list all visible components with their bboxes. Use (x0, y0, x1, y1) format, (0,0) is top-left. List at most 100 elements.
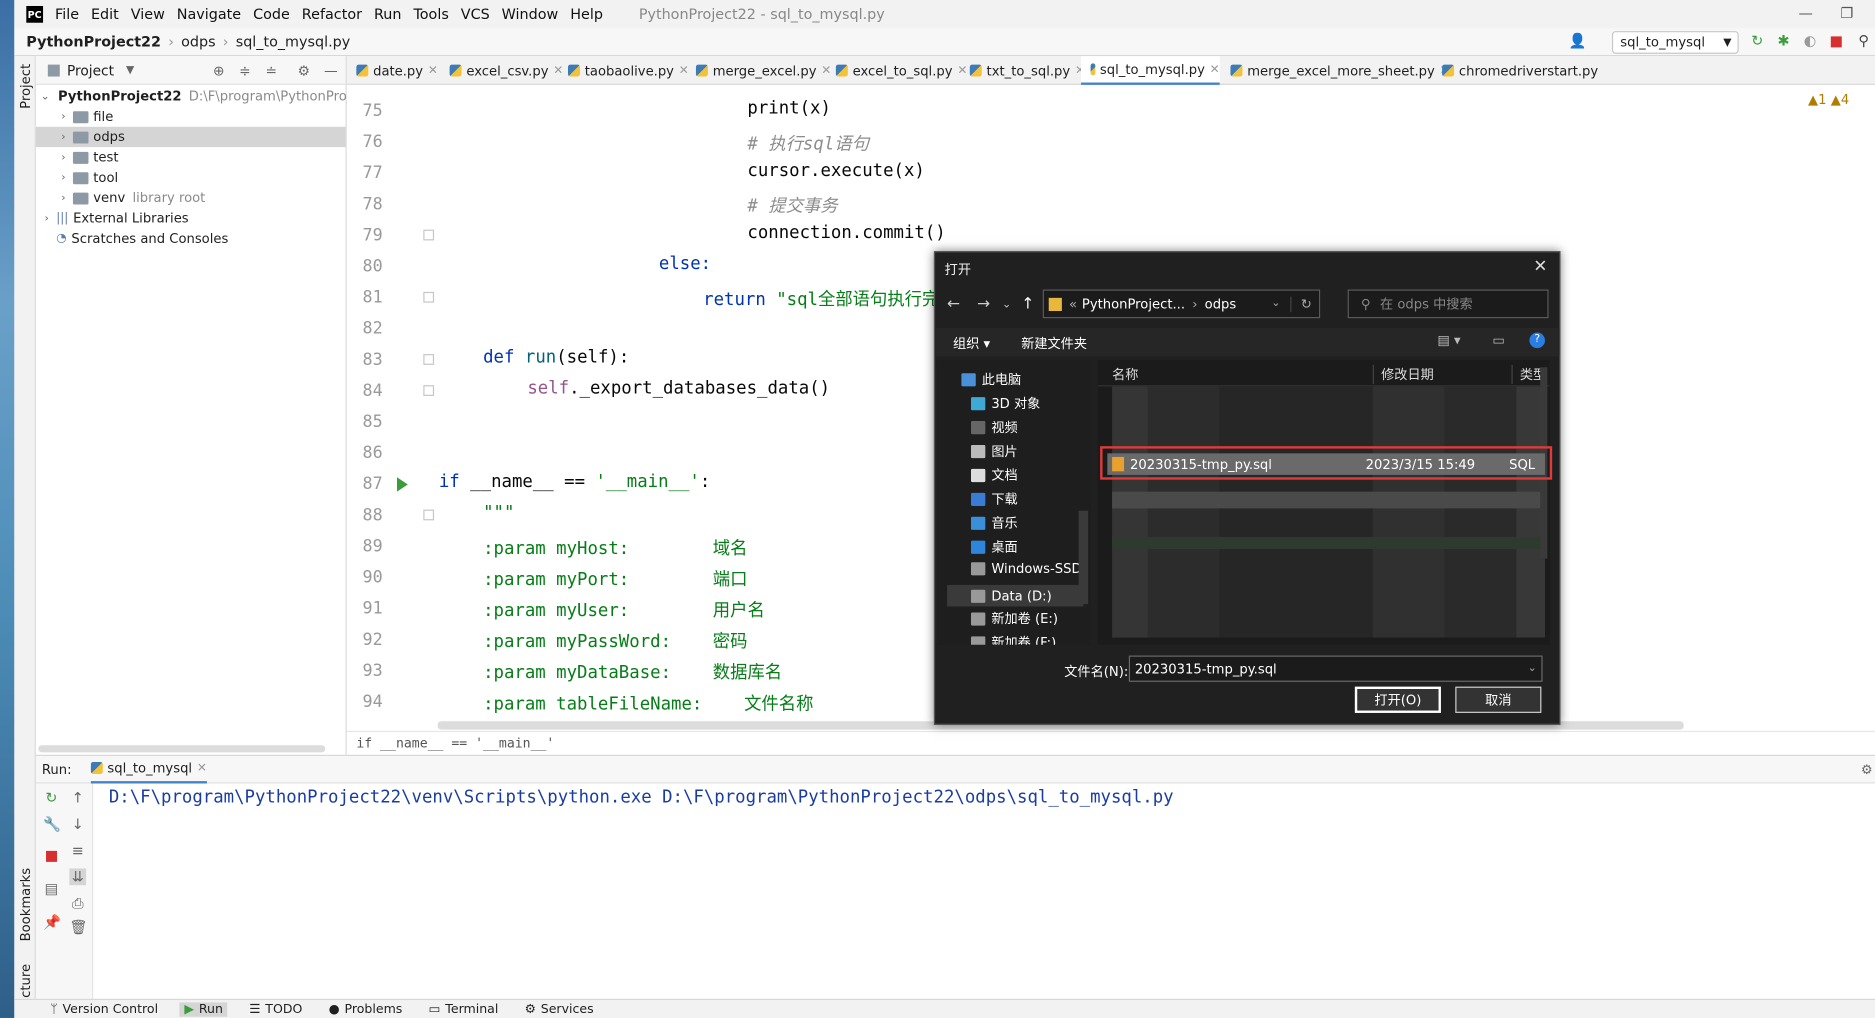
column-date[interactable]: 修改日期 (1372, 364, 1434, 384)
user-icon[interactable]: 👤 (1569, 33, 1587, 49)
services-tab[interactable]: ⚙ Services (520, 1002, 599, 1016)
menu-file[interactable]: File (55, 6, 79, 23)
chevron-right-icon[interactable]: › (57, 111, 69, 123)
help-icon[interactable]: ? (1529, 332, 1545, 349)
refresh-icon[interactable]: ↻ (1290, 296, 1312, 312)
menu-run[interactable]: Run (374, 6, 402, 23)
chevron-right-icon[interactable]: › (57, 131, 69, 143)
address-segment[interactable]: odps (1205, 296, 1237, 312)
chevron-down-icon[interactable]: ▼ (126, 64, 134, 76)
menu-help[interactable]: Help (570, 6, 603, 23)
tree-item-file[interactable]: › file (36, 106, 346, 126)
code-breadcrumb[interactable]: if __name__ == '__main__' (346, 730, 1875, 755)
inspection-warnings[interactable]: ▲1 ▲4 (1808, 92, 1849, 108)
view-options-icon[interactable]: ▤ ▾ (1437, 333, 1460, 349)
chevron-right-icon[interactable]: › (57, 151, 69, 163)
minimize-icon[interactable]: — (1798, 5, 1812, 22)
filename-input[interactable]: 20230315-tmp_py.sql ⌄ (1128, 655, 1543, 682)
tree-item-odps[interactable]: › odps (35, 126, 346, 148)
menu-vcs[interactable]: VCS (461, 6, 490, 23)
menu-view[interactable]: View (131, 6, 165, 23)
tree-item-tool[interactable]: › tool (36, 167, 346, 187)
breadcrumb-project[interactable]: PythonProject22 (26, 33, 161, 50)
nav-music[interactable]: 音乐 (970, 513, 1018, 532)
gear-icon[interactable]: ⚙ (298, 62, 310, 79)
tab-excel-to-sql[interactable]: excel_to_sql.py ✕ (826, 56, 967, 85)
file-row-selected[interactable]: 20230315-tmp_py.sql 2023/3/15 15:49 SQL (1107, 453, 1545, 475)
chevron-down-icon[interactable]: ⌄ (41, 90, 50, 102)
fold-marker-icon[interactable] (423, 229, 435, 241)
menu-navigate[interactable]: Navigate (177, 6, 241, 23)
bookmarks-tool-button[interactable]: Bookmarks (18, 868, 34, 942)
tab-merge-excel-more-sheet[interactable]: merge_excel_more_sheet.py✕ (1221, 56, 1450, 85)
run-console[interactable]: D:\F\program\PythonProject22\venv\Script… (93, 783, 1875, 999)
maximize-icon[interactable]: ❐ (1840, 5, 1853, 22)
close-icon[interactable]: ✕ (1533, 257, 1547, 276)
locate-icon[interactable]: ⊕ (213, 62, 225, 79)
nav-videos[interactable]: 视频 (970, 417, 1018, 436)
tab-excel-csv[interactable]: excel_csv.py ✕ (440, 56, 563, 85)
cancel-button[interactable]: 取消 (1455, 686, 1542, 713)
debug-icon[interactable]: ✱ (1776, 33, 1792, 49)
terminal-tab[interactable]: ▭ Terminal (424, 1002, 503, 1016)
stop-icon[interactable]: ■ (43, 847, 60, 864)
fold-marker-icon[interactable] (423, 354, 435, 365)
chevron-down-icon[interactable]: ⌄ (1271, 298, 1280, 310)
organize-button[interactable]: 组织 ▾ (953, 334, 990, 353)
arrow-up-icon[interactable]: ↑ (69, 789, 86, 806)
search-input[interactable]: ⚲ 在 odps 中搜索 (1347, 289, 1549, 319)
hide-icon[interactable]: — (324, 62, 338, 79)
run-gutter-icon[interactable] (397, 477, 408, 492)
tree-item-external-libraries[interactable]: › ||| External Libraries (36, 208, 346, 228)
rerun-icon[interactable]: ↻ (43, 789, 60, 806)
tab-merge-excel[interactable]: merge_excel.py ✕ (686, 56, 831, 85)
close-icon[interactable]: ✕ (428, 64, 438, 77)
nav-documents[interactable]: 文档 (970, 465, 1018, 484)
run-configuration-select[interactable]: sql_to_mysql ▼ (1611, 31, 1739, 54)
search-icon[interactable]: ⚲ (1856, 33, 1872, 49)
nav-windows-ssd[interactable]: Windows-SSD (970, 561, 1082, 577)
chevron-down-icon[interactable]: ⌄ (1528, 663, 1537, 675)
arrow-down-icon[interactable]: ↓ (69, 816, 86, 833)
nav-3d-objects[interactable]: 3D 对象 (970, 394, 1040, 413)
pin-icon[interactable]: 📌 (43, 914, 61, 931)
tab-taobaolive[interactable]: taobaolive.py ✕ (558, 56, 689, 85)
breadcrumb-file[interactable]: sql_to_mysql.py (236, 33, 351, 50)
fold-marker-icon[interactable] (423, 291, 435, 303)
coverage-icon[interactable]: ◐ (1802, 33, 1818, 49)
tab-txt-to-sql[interactable]: txt_to_sql.py ✕ (960, 56, 1085, 85)
close-icon[interactable]: ✕ (197, 761, 207, 774)
layout-icon[interactable]: ▤ (43, 880, 60, 897)
tree-root[interactable]: ⌄ PythonProject22 D:\F\program\PythonPro… (36, 86, 366, 106)
address-segment[interactable]: PythonProject... (1082, 296, 1185, 312)
tree-item-test[interactable]: › test (36, 147, 346, 167)
menu-code[interactable]: Code (253, 6, 290, 23)
chevron-right-icon[interactable]: › (57, 172, 69, 184)
menu-edit[interactable]: Edit (91, 6, 119, 23)
nav-volume-f[interactable]: 新加卷 (F:) (970, 633, 1056, 645)
problems-tab[interactable]: ● Problems (324, 1002, 407, 1016)
column-name[interactable]: 名称 (1112, 365, 1138, 384)
chevron-right-icon[interactable]: › (57, 192, 69, 204)
menu-tools[interactable]: Tools (413, 6, 448, 23)
soft-wrap-icon[interactable]: ≡ (69, 842, 86, 859)
todo-tab[interactable]: ☰ TODO (244, 1002, 307, 1016)
open-button[interactable]: 打开(O) (1354, 686, 1441, 713)
menu-refactor[interactable]: Refactor (302, 6, 362, 23)
chevron-down-icon[interactable]: ⌄ (1002, 299, 1011, 311)
wrench-icon[interactable]: 🔧 (43, 816, 61, 833)
nav-pictures[interactable]: 图片 (970, 441, 1018, 460)
scroll-to-end-icon[interactable]: ⇊ (69, 868, 87, 886)
print-icon[interactable]: ⎙ (69, 895, 86, 912)
fold-marker-icon[interactable] (423, 385, 435, 396)
project-view-select[interactable]: Project (67, 62, 114, 79)
project-scrollbar[interactable] (38, 745, 326, 753)
tree-item-venv[interactable]: › venv library root (36, 188, 346, 208)
menu-window[interactable]: Window (502, 6, 559, 23)
up-icon[interactable]: ↑ (1021, 295, 1034, 313)
version-control-tab[interactable]: ᛘ Version Control (45, 1002, 162, 1016)
nav-pane-scrollbar[interactable] (1078, 510, 1089, 605)
gear-icon[interactable]: ⚙ (1861, 761, 1873, 777)
nav-volume-e[interactable]: 新加卷 (E:) (970, 609, 1058, 628)
collapse-all-icon[interactable]: ≐ (265, 62, 277, 79)
